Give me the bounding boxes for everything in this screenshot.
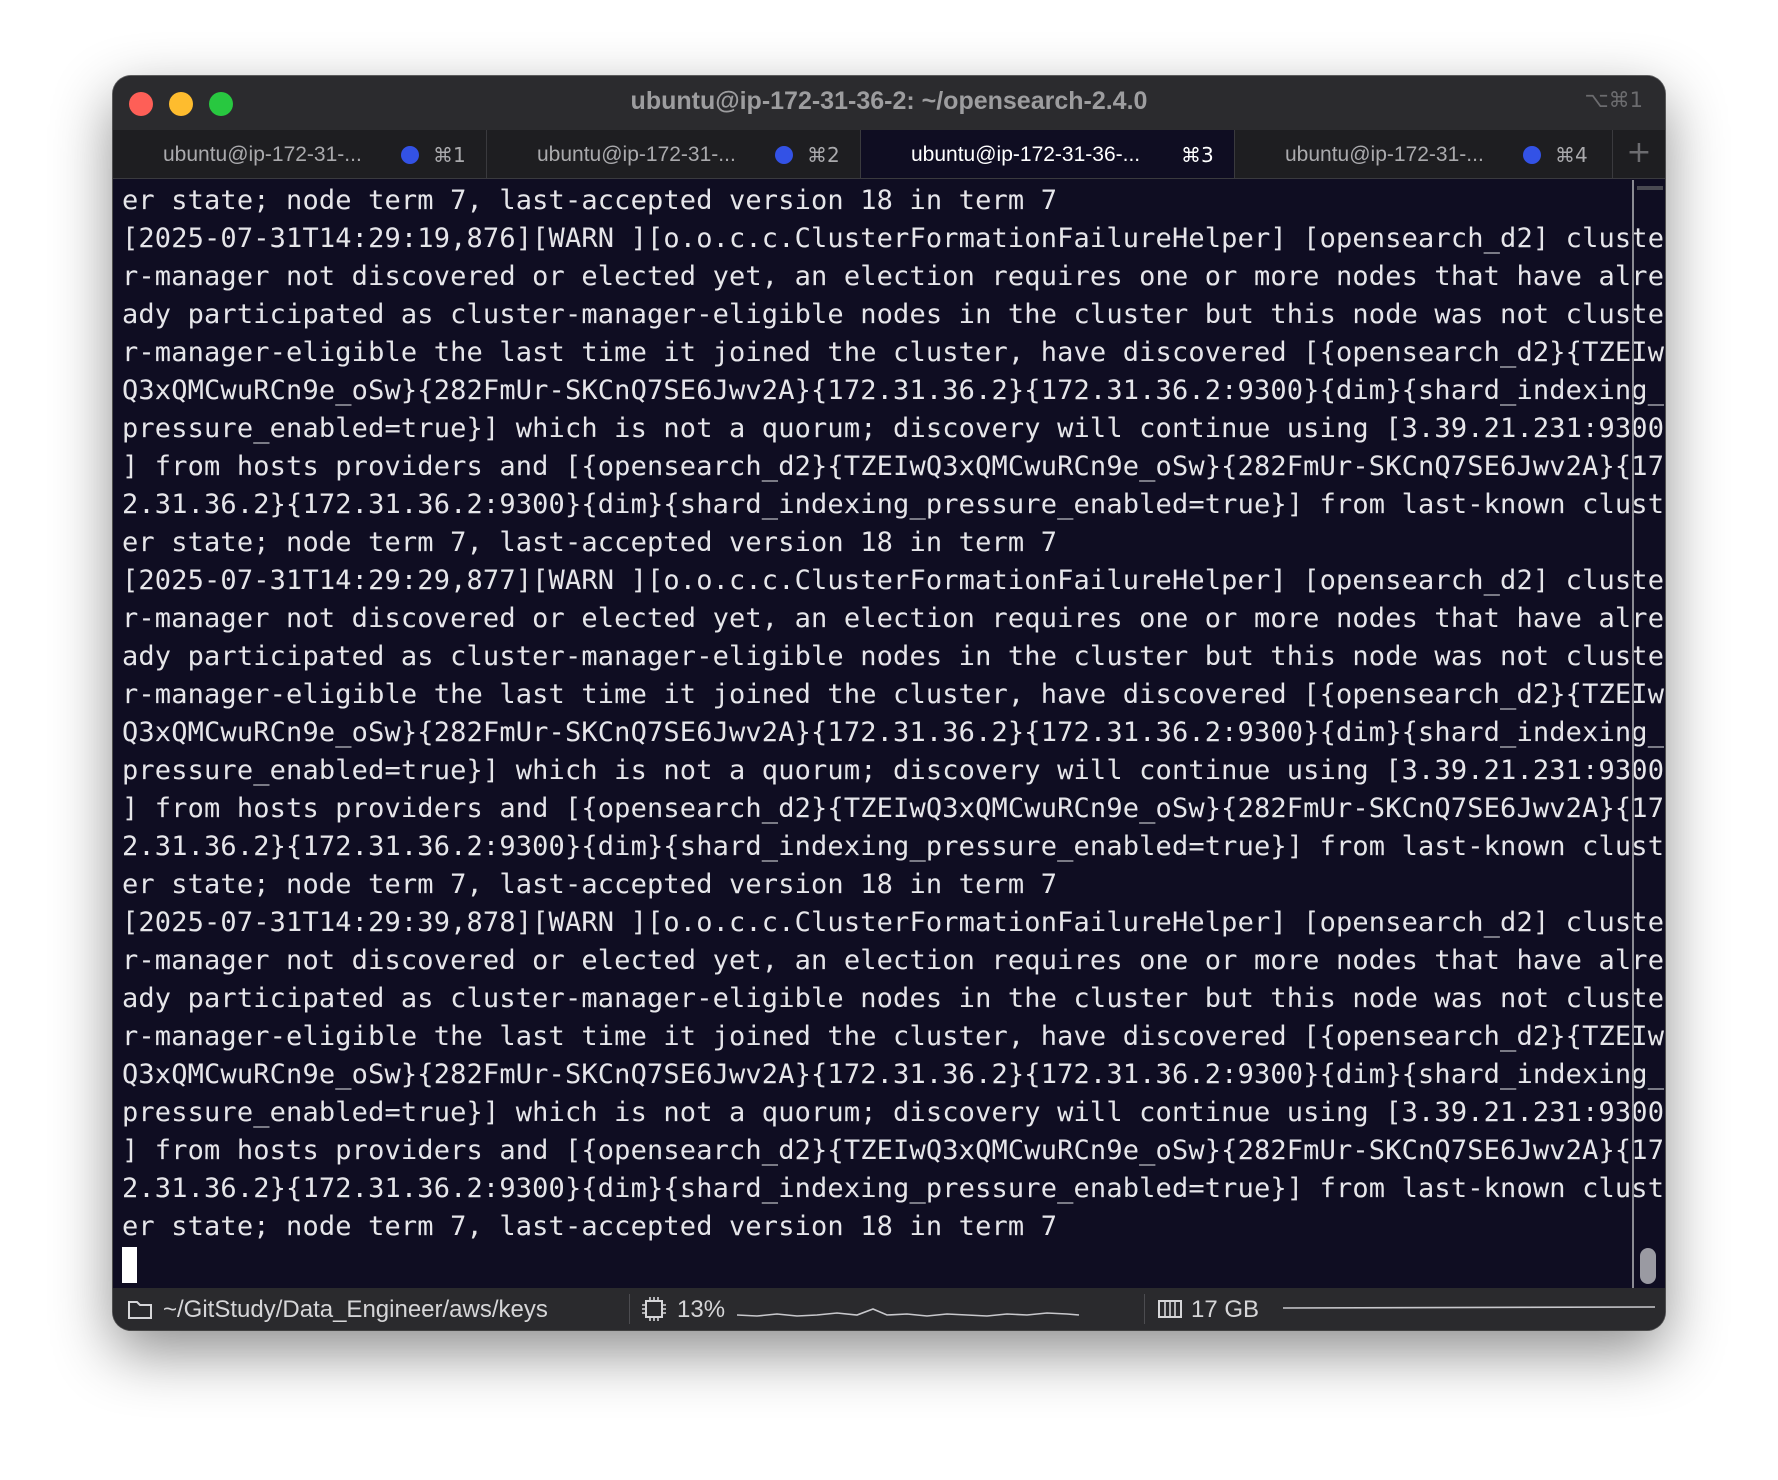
- prompt-line[interactable]: [122, 1246, 1637, 1284]
- cpu-usage: 13%: [677, 1296, 726, 1323]
- terminal-line: Q3xQMCwuRCn9e_oSw}{282FmUr-SKCnQ7SE6Jwv2…: [122, 375, 1665, 406]
- terminal-line: ady participated as cluster-manager-elig…: [122, 641, 1665, 672]
- terminal-line: r-manager-eligible the last time it join…: [122, 1021, 1665, 1052]
- terminal-line: er state; node term 7, last-accepted ver…: [122, 527, 1058, 558]
- activity-dot-icon: [775, 146, 793, 164]
- tab-3[interactable]: ubuntu@ip-172-31-36-... ⌘3: [861, 130, 1235, 178]
- terminal-line: [2025-07-31T14:29:29,877][WARN ][o.o.c.c…: [122, 565, 1665, 596]
- terminal-line: ] from hosts providers and [{opensearch_…: [122, 793, 1665, 824]
- tab-label: ubuntu@ip-172-31-...: [537, 143, 736, 166]
- terminal-line: ady participated as cluster-manager-elig…: [122, 299, 1665, 330]
- terminal-line: 2.31.36.2}{172.31.36.2:9300}{dim}{shard_…: [122, 831, 1665, 862]
- scrollbar-thumb[interactable]: [1640, 1248, 1656, 1284]
- terminal-line: Q3xQMCwuRCn9e_oSw}{282FmUr-SKCnQ7SE6Jwv2…: [122, 1059, 1665, 1090]
- terminal-line: r-manager not discovered or elected yet,…: [122, 945, 1665, 976]
- tab-label: ubuntu@ip-172-31-...: [163, 143, 362, 166]
- scrollbar-top: [1637, 186, 1663, 190]
- tab-shortcut: ⌘2: [807, 143, 840, 167]
- cpu-sparkline: [737, 1308, 1080, 1317]
- status-path[interactable]: ~/GitStudy/Data_Engineer/aws/keys: [113, 1288, 623, 1330]
- terminal-line: [2025-07-31T14:29:19,876][WARN ][o.o.c.c…: [122, 223, 1665, 254]
- tab-label: ubuntu@ip-172-31-36-...: [911, 143, 1141, 166]
- tab-1[interactable]: ubuntu@ip-172-31-... ⌘1: [113, 130, 487, 178]
- terminal-line: er state; node term 7, last-accepted ver…: [122, 185, 1058, 216]
- terminal-line: r-manager-eligible the last time it join…: [122, 679, 1665, 710]
- tab-bar: ubuntu@ip-172-31-... ⌘1 ubuntu@ip-172-31…: [113, 130, 1665, 179]
- status-divider: [629, 1294, 630, 1324]
- terminal-window: ubuntu@ip-172-31-36-2: ~/opensearch-2.4.…: [113, 76, 1665, 1330]
- terminal-line: r-manager not discovered or elected yet,…: [122, 603, 1665, 634]
- terminal-line: [2025-07-31T14:29:39,878][WARN ][o.o.c.c…: [122, 907, 1665, 938]
- terminal-output[interactable]: er state; node term 7, last-accepted ver…: [122, 182, 1665, 1330]
- window-title: ubuntu@ip-172-31-36-2: ~/opensearch-2.4.…: [630, 87, 1148, 115]
- terminal-line: er state; node term 7, last-accepted ver…: [122, 869, 1058, 900]
- terminal-line: pressure_enabled=true}] which is not a q…: [122, 755, 1665, 786]
- terminal-line: ] from hosts providers and [{opensearch_…: [122, 1135, 1665, 1166]
- terminal-line: er state; node term 7, last-accepted ver…: [122, 1211, 1058, 1242]
- terminal-line: r-manager not discovered or elected yet,…: [122, 261, 1665, 292]
- status-memory[interactable]: 17 GB: [1157, 1288, 1657, 1330]
- activity-dot-icon: [401, 146, 419, 164]
- status-divider: [1144, 1294, 1145, 1324]
- terminal-line: 2.31.36.2}{172.31.36.2:9300}{dim}{shard_…: [122, 489, 1665, 520]
- terminal-line: r-manager-eligible the last time it join…: [122, 337, 1665, 368]
- terminal-line: ] from hosts providers and [{opensearch_…: [122, 451, 1665, 482]
- tab-shortcut: ⌘3: [1181, 143, 1214, 167]
- terminal-line: pressure_enabled=true}] which is not a q…: [122, 413, 1665, 444]
- scrollbar-track[interactable]: [1632, 180, 1634, 1290]
- memory-sparkline: [1283, 1306, 1656, 1309]
- window-shortcut: ⌥⌘1: [1584, 88, 1643, 112]
- activity-dot-icon: [1523, 146, 1541, 164]
- text-cursor: [122, 1247, 137, 1283]
- tab-shortcut: ⌘1: [433, 143, 466, 167]
- terminal-line: 2.31.36.2}{172.31.36.2:9300}{dim}{shard_…: [122, 1173, 1665, 1204]
- new-tab-button[interactable]: +: [1612, 130, 1665, 178]
- memory-usage: 17 GB: [1191, 1296, 1260, 1323]
- status-bar: ~/GitStudy/Data_Engineer/aws/keys 13% 17…: [113, 1288, 1665, 1330]
- memory-icon: [1158, 1300, 1182, 1318]
- tab-4[interactable]: ubuntu@ip-172-31-... ⌘4: [1235, 130, 1613, 178]
- tab-shortcut: ⌘4: [1555, 143, 1588, 167]
- terminal-line: pressure_enabled=true}] which is not a q…: [122, 1097, 1665, 1128]
- folder-icon: [128, 1301, 152, 1319]
- cpu-icon: [642, 1297, 666, 1321]
- terminal-line: Q3xQMCwuRCn9e_oSw}{282FmUr-SKCnQ7SE6Jwv2…: [122, 717, 1665, 748]
- title-bar[interactable]: ubuntu@ip-172-31-36-2: ~/opensearch-2.4.…: [113, 76, 1665, 130]
- current-path: ~/GitStudy/Data_Engineer/aws/keys: [163, 1296, 548, 1323]
- terminal-line: ady participated as cluster-manager-elig…: [122, 983, 1665, 1014]
- tab-2[interactable]: ubuntu@ip-172-31-... ⌘2: [487, 130, 861, 178]
- tab-label: ubuntu@ip-172-31-...: [1285, 143, 1484, 166]
